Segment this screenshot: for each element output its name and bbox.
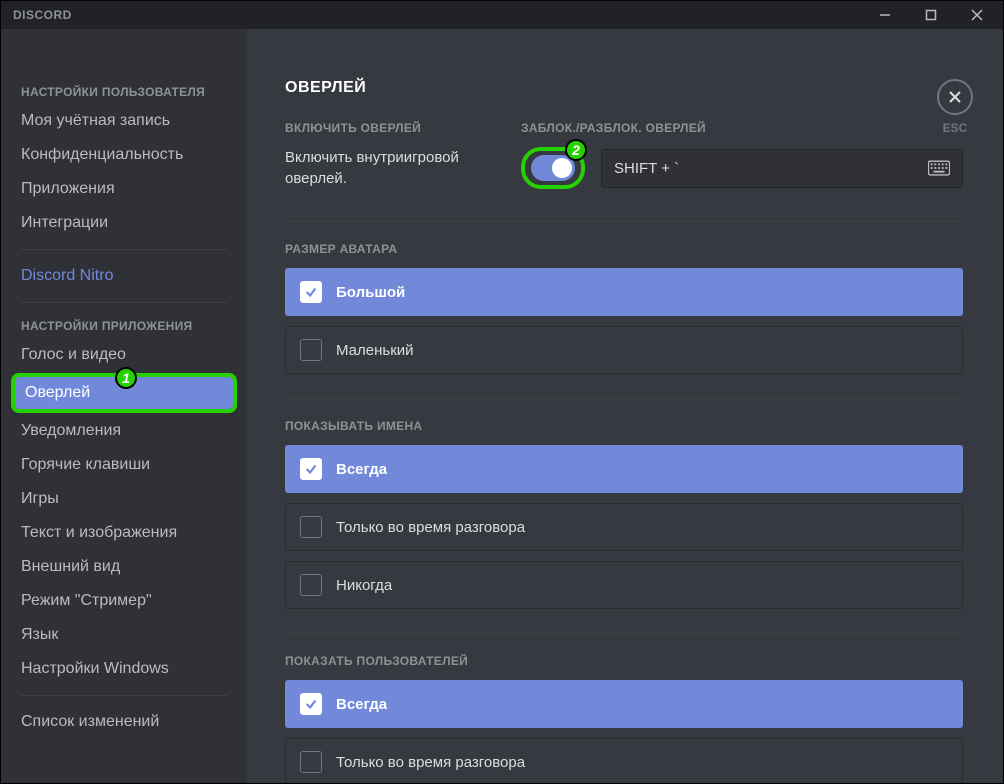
users-option-talking[interactable]: Только во время разговора xyxy=(285,738,963,783)
names-option-talking[interactable]: Только во время разговора xyxy=(285,503,963,551)
sidebar-item-account[interactable]: Моя учётная запись xyxy=(11,105,237,137)
checkbox-icon xyxy=(300,339,322,361)
checkbox-icon xyxy=(300,751,322,773)
sidebar-item-privacy[interactable]: Конфиденциальность xyxy=(11,139,237,171)
toggle-highlight: 2 xyxy=(521,147,585,189)
show-names-label: ПОКАЗЫВАТЬ ИМЕНА xyxy=(285,419,963,433)
divider xyxy=(285,398,963,399)
app-title: DISCORD xyxy=(13,8,72,22)
divider xyxy=(285,633,963,634)
divider xyxy=(21,302,227,303)
checkbox-icon xyxy=(300,458,322,480)
sidebar-item-keybinds[interactable]: Горячие клавиши xyxy=(11,449,237,481)
checkbox-icon xyxy=(300,516,322,538)
avatar-option-large[interactable]: Большой xyxy=(285,268,963,316)
sidebar-item-language[interactable]: Язык xyxy=(11,619,237,651)
sidebar-header-user: НАСТРОЙКИ ПОЛЬЗОВАТЕЛЯ xyxy=(11,79,237,105)
users-option-always[interactable]: Всегда xyxy=(285,680,963,728)
overlay-highlight: Оверлей 1 xyxy=(11,373,237,413)
lock-overlay-label: ЗАБЛОК./РАЗБЛОК. ОВЕРЛЕЙ xyxy=(521,121,963,135)
sidebar-item-games[interactable]: Игры xyxy=(11,483,237,515)
esc-button-group: ESC xyxy=(937,79,973,135)
divider xyxy=(21,249,227,250)
sidebar: НАСТРОЙКИ ПОЛЬЗОВАТЕЛЯ Моя учётная запис… xyxy=(1,29,247,783)
show-users-label: ПОКАЗАТЬ ПОЛЬЗОВАТЕЛЕЙ xyxy=(285,654,963,668)
maximize-button[interactable] xyxy=(917,4,945,26)
window-frame: DISCORD НАСТРОЙКИ ПОЛЬЗОВАТЕЛЯ Моя учётн… xyxy=(0,0,1004,784)
minimize-button[interactable] xyxy=(871,4,899,26)
avatar-size-label: РАЗМЕР АВАТАРА xyxy=(285,242,963,256)
esc-label: ESC xyxy=(943,121,968,135)
option-label: Большой xyxy=(336,284,405,301)
keybind-value: SHIFT + ` xyxy=(614,160,679,177)
window-controls xyxy=(871,4,991,26)
enable-overlay-label: ВКЛЮЧИТЬ ОВЕРЛЕЙ xyxy=(285,121,501,135)
sidebar-item-notifications[interactable]: Уведомления xyxy=(11,415,237,447)
overlay-toggle-row: ВКЛЮЧИТЬ ОВЕРЛЕЙ Включить внутриигровой … xyxy=(285,121,963,189)
show-names-section: ПОКАЗЫВАТЬ ИМЕНА Всегда Только во время … xyxy=(285,419,963,609)
titlebar: DISCORD xyxy=(1,1,1003,29)
sidebar-item-windows[interactable]: Настройки Windows xyxy=(11,653,237,685)
annotation-badge-2: 2 xyxy=(565,139,587,161)
sidebar-item-apps[interactable]: Приложения xyxy=(11,173,237,205)
sidebar-item-text[interactable]: Текст и изображения xyxy=(11,517,237,549)
sidebar-header-app: НАСТРОЙКИ ПРИЛОЖЕНИЯ xyxy=(11,313,237,339)
names-option-never[interactable]: Никогда xyxy=(285,561,963,609)
show-users-section: ПОКАЗАТЬ ПОЛЬЗОВАТЕЛЕЙ Всегда Только во … xyxy=(285,654,963,783)
toggle-knob xyxy=(552,158,572,178)
checkbox-icon xyxy=(300,281,322,303)
keybind-input[interactable]: SHIFT + ` xyxy=(601,149,963,188)
checkbox-icon xyxy=(300,574,322,596)
sidebar-item-appearance[interactable]: Внешний вид xyxy=(11,551,237,583)
sidebar-item-integrations[interactable]: Интеграции xyxy=(11,207,237,239)
avatar-option-small[interactable]: Маленький xyxy=(285,326,963,374)
close-button[interactable] xyxy=(963,4,991,26)
app-body: НАСТРОЙКИ ПОЛЬЗОВАТЕЛЯ Моя учётная запис… xyxy=(1,29,1003,783)
avatar-size-section: РАЗМЕР АВАТАРА Большой Маленький xyxy=(285,242,963,374)
checkbox-icon xyxy=(300,693,322,715)
keyboard-icon xyxy=(928,160,950,176)
annotation-badge-1: 1 xyxy=(115,367,137,389)
sidebar-item-changelog[interactable]: Список изменений xyxy=(11,706,237,738)
option-label: Никогда xyxy=(336,577,392,594)
sidebar-item-nitro[interactable]: Discord Nitro xyxy=(11,260,237,292)
names-option-always[interactable]: Всегда xyxy=(285,445,963,493)
enable-overlay-toggle[interactable] xyxy=(531,155,575,181)
main-content: ESC ОВЕРЛЕЙ ВКЛЮЧИТЬ ОВЕРЛЕЙ Включить вн… xyxy=(247,29,1003,783)
option-label: Всегда xyxy=(336,696,387,713)
sidebar-item-streamer[interactable]: Режим "Стример" xyxy=(11,585,237,617)
close-icon xyxy=(947,89,963,105)
enable-overlay-desc: Включить внутриигровой оверлей. xyxy=(285,147,501,189)
option-label: Только во время разговора xyxy=(336,519,525,536)
option-label: Маленький xyxy=(336,342,414,359)
option-label: Всегда xyxy=(336,461,387,478)
page-title: ОВЕРЛЕЙ xyxy=(285,79,963,97)
divider xyxy=(285,221,963,222)
divider xyxy=(21,695,227,696)
option-label: Только во время разговора xyxy=(336,754,525,771)
close-settings-button[interactable] xyxy=(937,79,973,115)
